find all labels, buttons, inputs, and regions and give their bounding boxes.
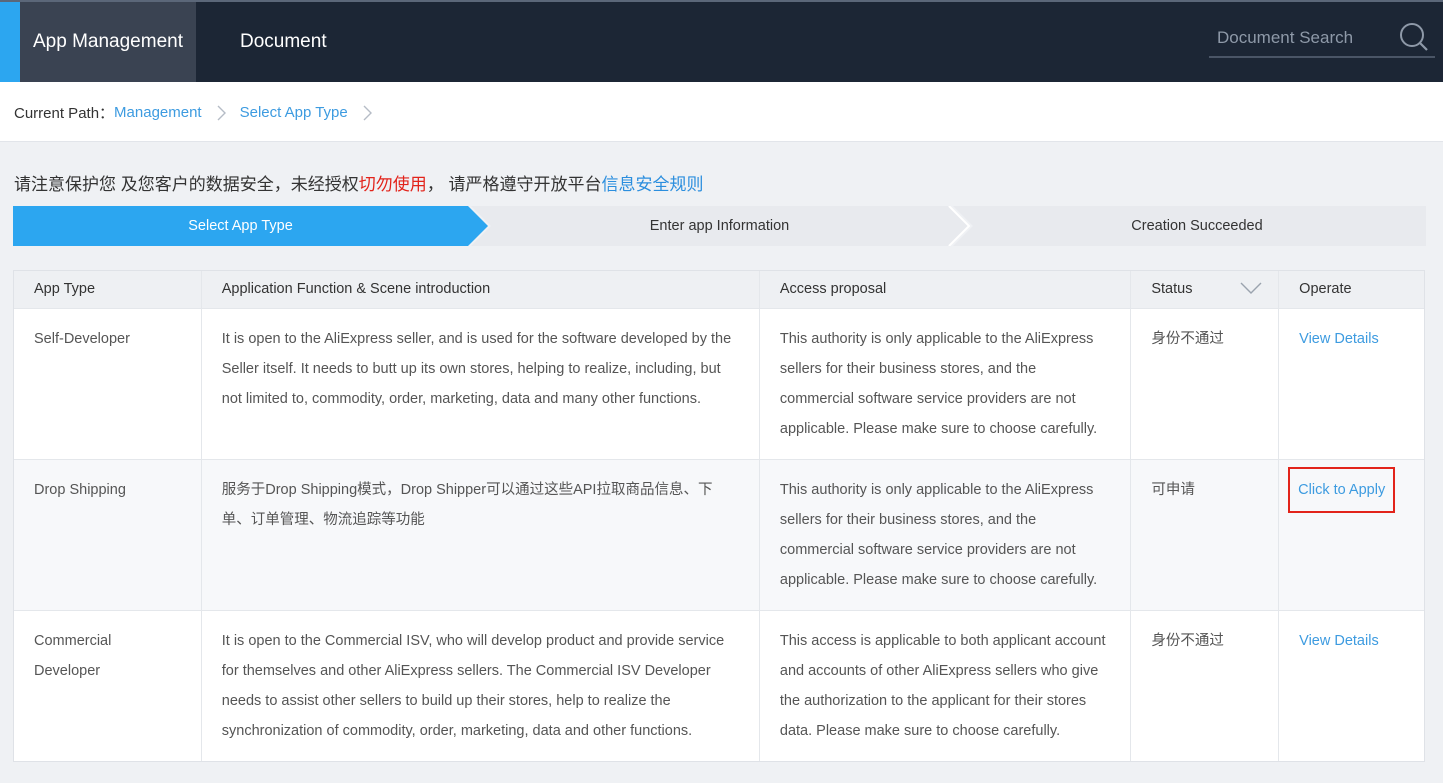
step-creation-succeeded: Creation Succeeded	[1131, 218, 1263, 234]
table-row: Self-Developer It is open to the AliExpr…	[14, 308, 1424, 459]
cell-operate: View Details	[1278, 611, 1424, 761]
nav-item-app-management[interactable]: App Management	[20, 2, 196, 82]
cell-function: It is open to the Commercial ISV, who wi…	[200, 611, 759, 761]
cell-app-type: Drop Shipping	[34, 482, 126, 498]
top-nav: App Management Document	[0, 0, 1443, 82]
security-notice: 请注意保护您 及您客户的数据安全，未经授权切勿使用， 请严格遵守开放平台信息安全…	[14, 170, 703, 195]
table-row: Commercial Developer It is open to the C…	[14, 610, 1424, 761]
nav-item-document[interactable]: Document	[228, 2, 339, 82]
progress-steps: Select App Type Enter app Information Cr…	[13, 206, 1426, 246]
cell-proposal: This access is applicable to both applic…	[758, 611, 1130, 761]
document-search-input[interactable]	[1217, 24, 1387, 52]
cell-app-type: Commercial Developer	[34, 633, 112, 679]
table-row: Drop Shipping 服务于Drop Shipping模式，Drop Sh…	[14, 459, 1424, 610]
chevron-right-icon	[363, 105, 372, 120]
breadcrumb-management[interactable]: Management	[114, 104, 202, 121]
step-enter-app-information: Enter app Information	[649, 218, 790, 234]
breadcrumb-bar: Current Path： Management Select App Type	[0, 82, 1443, 142]
notice-warning: 切勿使用	[358, 175, 427, 194]
column-header-function: Application Function & Scene introductio…	[200, 271, 759, 308]
step-select-app-type: Select App Type	[188, 218, 293, 234]
notice-text-2: ， 请严格遵守开放平台	[426, 175, 602, 194]
cell-proposal: This authority is only applicable to the…	[758, 309, 1130, 459]
table-header: App Type Application Function & Scene in…	[14, 271, 1424, 308]
cell-status: 可申请	[1130, 460, 1278, 610]
app-type-table: App Type Application Function & Scene in…	[13, 270, 1425, 762]
cell-status: 身份不通过	[1130, 309, 1278, 459]
cell-proposal: This authority is only applicable to the…	[758, 460, 1130, 610]
click-to-apply-button[interactable]: Click to Apply	[1288, 467, 1396, 513]
breadcrumb: Current Path： Management Select App Type	[14, 102, 386, 123]
notice-text-1: 请注意保护您 及您客户的数据安全，未经授权	[14, 175, 359, 194]
cell-status: 身份不通过	[1130, 611, 1278, 761]
column-header-operate: Operate	[1278, 271, 1424, 308]
breadcrumb-select-app-type[interactable]: Select App Type	[240, 104, 348, 121]
view-details-link[interactable]: View Details	[1299, 633, 1379, 649]
cell-function: 服务于Drop Shipping模式，Drop Shipper可以通过这些API…	[200, 460, 759, 610]
status-header-label: Status	[1151, 281, 1193, 297]
column-header-app-type: App Type	[34, 281, 96, 297]
chevron-down-icon[interactable]	[1240, 281, 1262, 295]
cell-operate: View Details	[1278, 309, 1424, 459]
cell-app-type: Self-Developer	[34, 331, 130, 347]
breadcrumb-prefix: Current Path：	[14, 105, 115, 122]
column-header-access-proposal: Access proposal	[758, 271, 1130, 308]
chevron-right-icon	[217, 105, 226, 120]
cell-function: It is open to the AliExpress seller, and…	[200, 309, 759, 459]
column-header-status[interactable]: Status	[1130, 271, 1278, 308]
search-icon[interactable]	[1399, 22, 1429, 52]
view-details-link[interactable]: View Details	[1299, 331, 1379, 347]
security-rules-link[interactable]: 信息安全规则	[601, 175, 703, 194]
cell-operate: Click to Apply	[1278, 460, 1424, 610]
document-search	[1209, 20, 1435, 58]
nav-accent-bar	[0, 2, 20, 82]
